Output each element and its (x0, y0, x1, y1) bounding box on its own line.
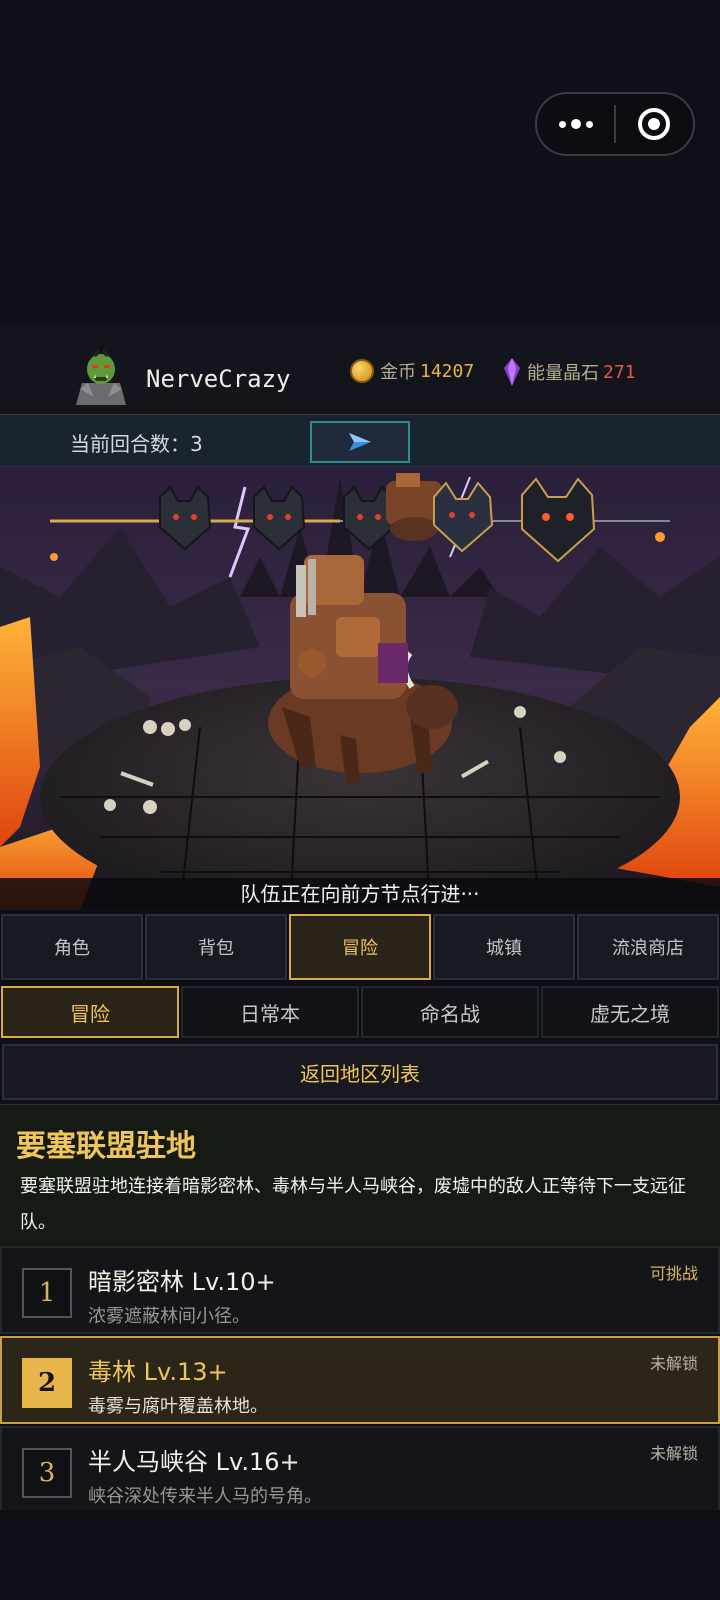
stage-status: 未解锁 (649, 1444, 698, 1463)
username: NerveCrazy (146, 365, 291, 393)
mini-program-capsule (535, 92, 695, 156)
tab-backpack[interactable]: 背包 (145, 914, 287, 980)
crystal-label: 能量晶石 (527, 363, 599, 384)
stage-item[interactable]: 3 半人马峡谷 Lv.16+ 峡谷深处传来半人马的号角。 未解锁 (0, 1426, 720, 1514)
status-bar-area (0, 0, 720, 325)
play-arrow-icon (349, 433, 371, 451)
stage-status: 可挑战 (649, 1264, 698, 1283)
stage-number: 3 (22, 1448, 72, 1498)
stage-title: 半人马峡谷 Lv.16+ (88, 1448, 300, 1476)
stage-item[interactable]: 1 暗影密林 Lv.10+ 浓雾遮蔽林间小径。 可挑战 (0, 1246, 720, 1334)
close-mini-program-button[interactable] (616, 94, 693, 154)
round-counter: 当前回合数：3 (70, 432, 203, 456)
gold-coin-icon (350, 359, 374, 383)
region-title: 要塞联盟驻地 (16, 1129, 196, 1164)
sub-tab-bar: 冒险 日常本 命名战 虚无之境 (0, 984, 720, 1040)
region-description: 要塞联盟驻地连接着暗影密林、毒林与半人马峡谷，废墟中的敌人正等待下一支远征队。 (20, 1176, 686, 1233)
crystal-display: 能量晶石 271 (503, 358, 636, 386)
scene-caption: 队伍正在向前方节点行进··· (0, 878, 720, 910)
stage-description: 浓雾遮蔽林间小径。 (88, 1306, 250, 1327)
target-icon (638, 108, 671, 140)
stage-title: 暗影密林 Lv.10+ (88, 1268, 276, 1296)
gold-display: 金币 14207 (350, 358, 474, 384)
stage-item[interactable]: 2 毒林 Lv.13+ 毒雾与腐叶覆盖林地。 未解锁 (0, 1336, 720, 1424)
subtab-daily-dungeon[interactable]: 日常本 (181, 986, 359, 1038)
stage-description: 毒雾与腐叶覆盖林地。 (88, 1396, 268, 1417)
subtab-naming-battle[interactable]: 命名战 (361, 986, 539, 1038)
tab-town[interactable]: 城镇 (433, 914, 575, 980)
gold-value: 14207 (420, 360, 475, 382)
gold-label: 金币 (380, 362, 416, 383)
stage-title: 毒林 Lv.13+ (88, 1358, 228, 1386)
player-header: NerveCrazy 金币 14207 能量晶石 271 (0, 325, 720, 415)
avatar[interactable] (68, 343, 134, 409)
region-info: 要塞联盟驻地 要塞联盟驻地连接着暗影密林、毒林与半人马峡谷，废墟中的敌人正等待下… (0, 1104, 720, 1246)
subtab-adventure[interactable]: 冒险 (1, 986, 179, 1038)
stage-description: 峡谷深处传来半人马的号角。 (88, 1486, 322, 1507)
tab-character[interactable]: 角色 (1, 914, 143, 980)
more-dots-icon (558, 119, 593, 129)
tab-adventure[interactable]: 冒险 (289, 914, 431, 980)
round-bar: 当前回合数：3 (0, 415, 720, 467)
stage-number: 1 (22, 1268, 72, 1318)
bottom-area (0, 1510, 720, 1600)
crystal-icon (504, 358, 520, 386)
adventure-scene (0, 467, 720, 910)
subtab-void-realm[interactable]: 虚无之境 (541, 986, 719, 1038)
main-tab-bar: 角色 背包 冒险 城镇 流浪商店 (0, 912, 720, 982)
tab-wandering-shop[interactable]: 流浪商店 (577, 914, 719, 980)
crystal-value: 271 (603, 361, 636, 383)
stage-number: 2 (22, 1358, 72, 1408)
more-button[interactable] (537, 94, 614, 154)
advance-button[interactable] (310, 421, 410, 463)
stage-status: 未解锁 (649, 1354, 698, 1373)
stage-list: 1 暗影密林 Lv.10+ 浓雾遮蔽林间小径。 可挑战 2 毒林 Lv.13+ … (0, 1246, 720, 1514)
scene-artwork (0, 467, 720, 910)
back-to-region-list-button[interactable]: 返回地区列表 (2, 1044, 718, 1100)
